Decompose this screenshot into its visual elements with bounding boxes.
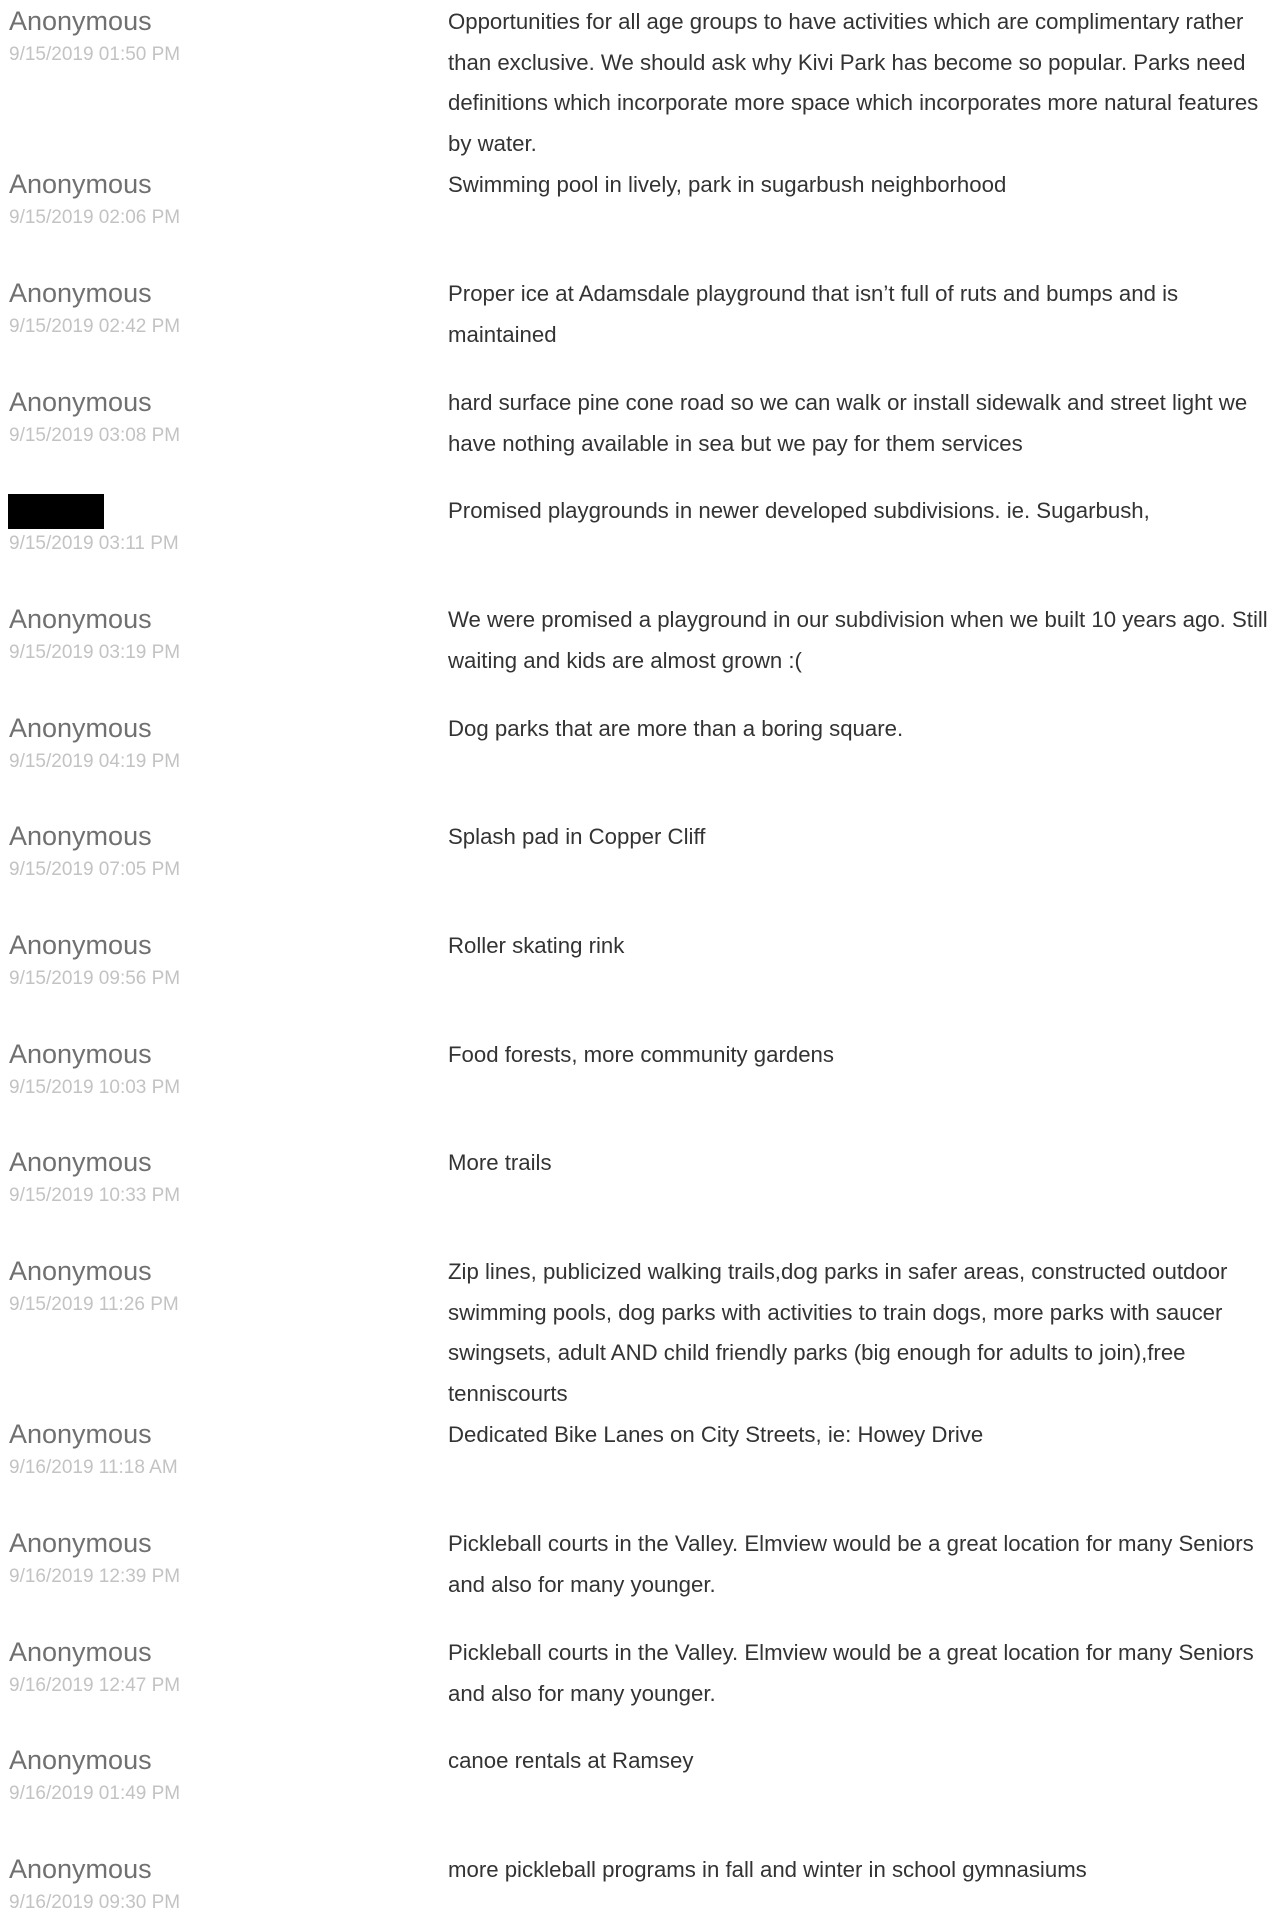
author-name: Anonymous — [9, 604, 152, 634]
response-timestamp: 9/16/2019 12:47 PM — [9, 1675, 181, 1696]
response-timestamp: 9/15/2019 02:42 PM — [9, 316, 181, 337]
response-timestamp: 9/16/2019 11:18 AM — [9, 1457, 178, 1478]
response-text: We were promised a playground in our sub… — [448, 607, 1268, 673]
response-text: more pickleball programs in fall and win… — [448, 1857, 1087, 1882]
response-timestamp: 9/15/2019 10:03 PM — [9, 1077, 181, 1098]
redacted-author-name — [8, 494, 104, 529]
response-text: Dedicated Bike Lanes on City Streets, ie… — [448, 1422, 984, 1447]
author-name: Anonymous — [9, 1528, 152, 1558]
author-name: Anonymous — [9, 278, 152, 308]
response-text: Proper ice at Adamsdale playground that … — [448, 281, 1179, 347]
response-text: Opportunities for all age groups to have… — [448, 9, 1259, 156]
author-name: Anonymous — [9, 1745, 152, 1775]
response-text: canoe rentals at Ramsey — [448, 1748, 694, 1773]
response-timestamp: 9/15/2019 07:05 PM — [9, 859, 181, 880]
response-timestamp: 9/15/2019 03:19 PM — [9, 642, 181, 663]
response-text: More trails — [448, 1150, 552, 1175]
author-name: Anonymous — [9, 1419, 152, 1449]
response-timestamp: 9/15/2019 09:56 PM — [9, 968, 181, 989]
author-name: Anonymous — [9, 1854, 152, 1884]
response-text: Swimming pool in lively, park in sugarbu… — [448, 172, 1007, 197]
author-name: Anonymous — [9, 1637, 152, 1667]
response-text: Promised playgrounds in newer developed … — [448, 498, 1150, 523]
response-text: Roller skating rink — [448, 933, 625, 958]
response-timestamp: 9/16/2019 12:39 PM — [9, 1566, 181, 1587]
response-text: Food forests, more community gardens — [448, 1042, 834, 1067]
response-timestamp: 9/15/2019 03:11 PM — [9, 533, 179, 554]
response-timestamp: 9/15/2019 04:19 PM — [9, 751, 181, 772]
response-timestamp: 9/16/2019 01:49 PM — [9, 1783, 181, 1804]
author-name: Anonymous — [9, 1147, 152, 1177]
author-name: Anonymous — [9, 169, 152, 199]
response-timestamp: 9/16/2019 09:30 PM — [9, 1892, 181, 1913]
author-name: Anonymous — [9, 1039, 152, 1069]
response-text: Pickleball courts in the Valley. Elmview… — [448, 1640, 1254, 1706]
response-text: Dog parks that are more than a boring sq… — [448, 716, 904, 741]
response-timestamp: 9/15/2019 02:06 PM — [9, 207, 181, 228]
author-name: Anonymous — [9, 387, 152, 417]
response-timestamp: 9/15/2019 01:50 PM — [9, 44, 181, 65]
response-text: Zip lines, publicized walking trails,dog… — [448, 1259, 1228, 1406]
author-name: Anonymous — [9, 821, 152, 851]
response-text: Splash pad in Copper Cliff — [448, 824, 706, 849]
response-timestamp: 9/15/2019 10:33 PM — [9, 1185, 181, 1206]
response-timestamp: 9/15/2019 03:08 PM — [9, 425, 181, 446]
author-name: Anonymous — [9, 930, 152, 960]
author-name: Anonymous — [9, 1256, 152, 1286]
response-text: Pickleball courts in the Valley. Elmview… — [448, 1531, 1254, 1597]
response-timestamp: 9/15/2019 11:26 PM — [9, 1294, 179, 1315]
response-text: hard surface pine cone road so we can wa… — [448, 390, 1248, 456]
author-name: Anonymous — [9, 713, 152, 743]
author-name: Anonymous — [9, 6, 152, 36]
